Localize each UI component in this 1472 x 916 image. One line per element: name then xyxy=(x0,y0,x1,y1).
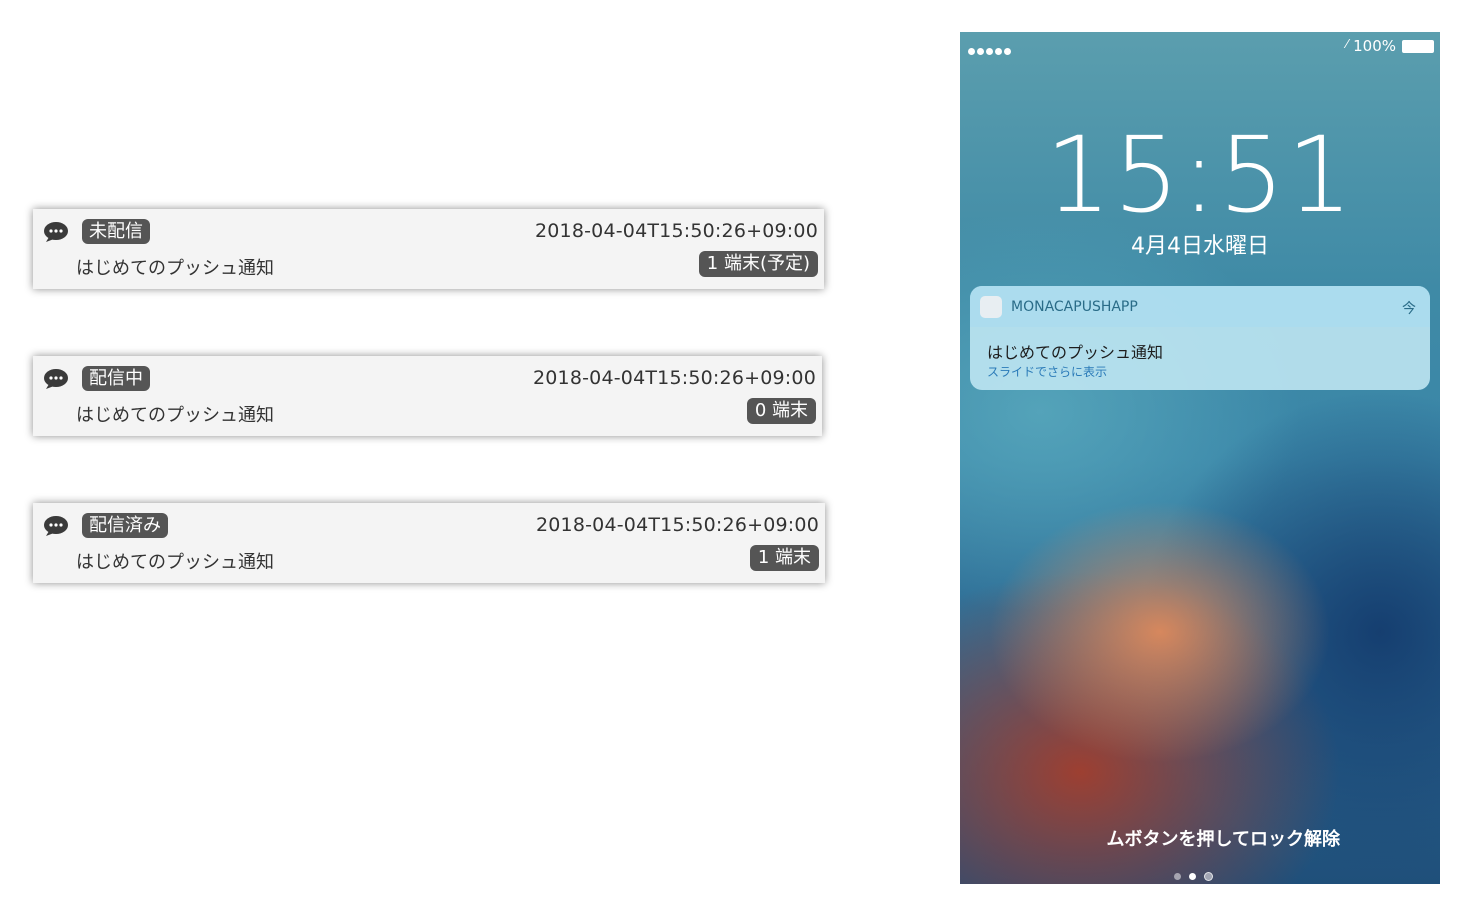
battery-percentage: 100% xyxy=(1353,37,1396,55)
page-dot xyxy=(1174,873,1181,880)
push-notification-banner[interactable]: MONACAPUSHAPP 今 はじめてのプッシュ通知 スライドでさらに表示 xyxy=(970,286,1430,390)
page-dot-active xyxy=(1189,873,1196,880)
timestamp: 2018-04-04T15:50:26+09:00 xyxy=(535,514,819,536)
status-badge: 配信中 xyxy=(82,366,150,391)
camera-icon[interactable] xyxy=(1204,872,1213,881)
notification-time: 今 xyxy=(1402,301,1416,317)
notification-card[interactable]: 配信中 はじめてのプッシュ通知 2018-04-04T15:50:26+09:0… xyxy=(33,356,822,436)
status-badge: 配信済み xyxy=(82,513,168,538)
notification-title: はじめてのプッシュ通知 xyxy=(76,258,274,279)
notification-card[interactable]: 配信済み はじめてのプッシュ通知 2018-04-04T15:50:26+09:… xyxy=(33,503,825,583)
notification-message: はじめてのプッシュ通知 xyxy=(987,343,1164,362)
notification-app-name: MONACAPUSHAPP xyxy=(1011,299,1138,315)
speech-bubble-icon xyxy=(44,516,68,536)
device-count-badge: 1 端末 xyxy=(749,545,819,571)
lock-date: 4月4日水曜日 xyxy=(1131,234,1269,259)
status-badge: 未配信 xyxy=(82,219,150,244)
device-count-badge: 1 端末(予定) xyxy=(698,251,818,277)
charging-bolt-icon: ⁄ xyxy=(1345,37,1348,51)
speech-bubble-icon xyxy=(44,369,68,389)
device-count-badge: 0 端末 xyxy=(746,398,816,424)
battery-icon xyxy=(1402,40,1434,53)
speech-bubble-icon xyxy=(44,222,68,242)
notification-card[interactable]: 未配信 はじめてのプッシュ通知 2018-04-04T15:50:26+09:0… xyxy=(33,209,824,289)
notification-title: はじめてのプッシュ通知 xyxy=(76,552,274,573)
page-indicator xyxy=(1174,866,1221,884)
unlock-prompt: ムボタンを押してロック解除 xyxy=(1106,829,1340,850)
notification-title: はじめてのプッシュ通知 xyxy=(76,405,274,426)
timestamp: 2018-04-04T15:50:26+09:00 xyxy=(534,220,818,242)
signal-dots-icon xyxy=(968,41,1013,59)
notification-header: MONACAPUSHAPP 今 xyxy=(970,286,1430,327)
notification-hint: スライドでさらに表示 xyxy=(987,365,1108,379)
phone-lock-screen: ⁄ 100% 15:51 4月4日水曜日 MONACAPUSHAPP 今 はじめ… xyxy=(960,32,1440,884)
timestamp: 2018-04-04T15:50:26+09:00 xyxy=(532,367,816,389)
app-icon xyxy=(980,296,1002,318)
lock-clock: 15:51 xyxy=(1045,114,1355,236)
status-bar: ⁄ 100% xyxy=(960,32,1440,58)
